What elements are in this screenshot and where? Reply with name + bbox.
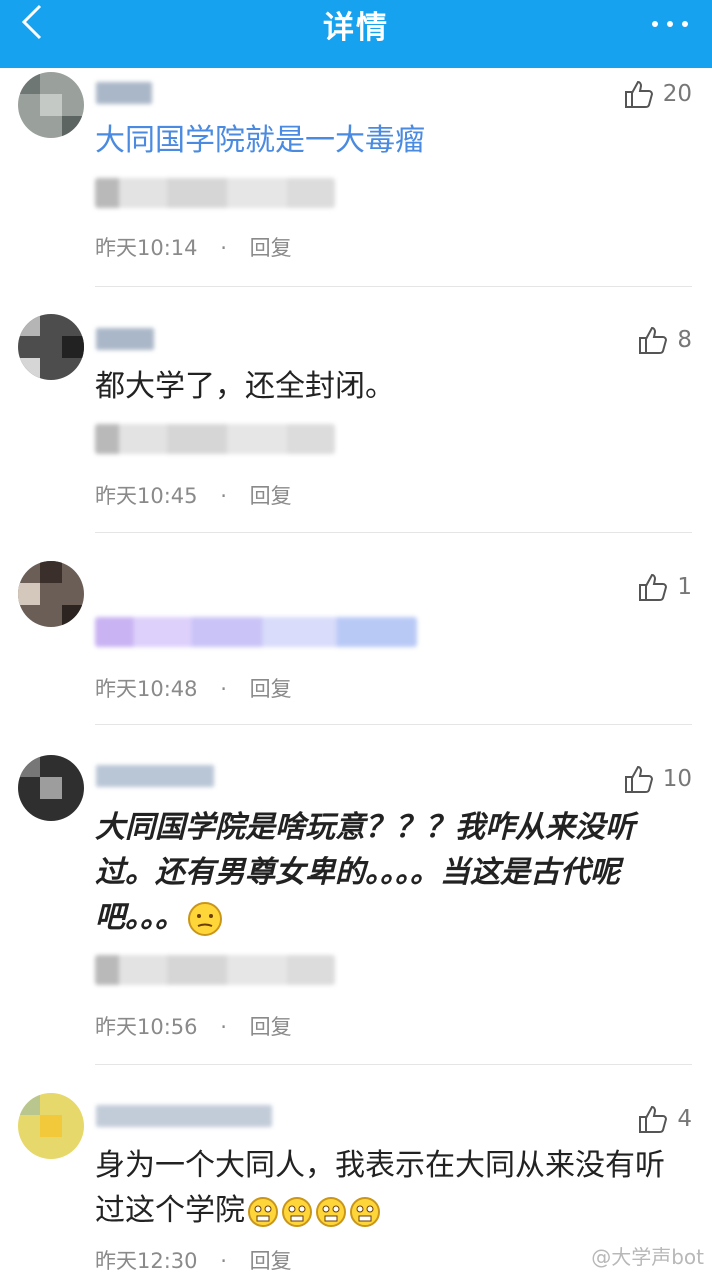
comment-meta: 昨天10:14 · 回复: [95, 232, 292, 262]
reply-button[interactable]: 回复: [250, 677, 292, 701]
like-button[interactable]: 10: [623, 763, 692, 795]
like-count: 20: [662, 81, 692, 107]
like-count: 10: [662, 766, 692, 792]
avatar[interactable]: [18, 561, 84, 627]
comment-item: 1 昨天10:48 · 回复: [0, 533, 712, 725]
thumbs-up-icon: [624, 80, 653, 108]
comment-extra: [95, 955, 335, 985]
username[interactable]: [96, 82, 152, 104]
comment-item: 8 都大学了，还全封闭。 昨天10:45 · 回复: [0, 288, 712, 533]
comment-time: 昨天10:14: [95, 236, 198, 260]
more-icon[interactable]: [643, 12, 688, 31]
like-count: 8: [677, 327, 692, 353]
reply-button[interactable]: 回复: [250, 236, 292, 260]
watermark: @大学声bot: [591, 1245, 704, 1269]
comment-text: 都大学了，还全封闭。: [95, 369, 395, 404]
separator-dot: ·: [220, 484, 227, 508]
avatar[interactable]: [18, 314, 84, 380]
comment-meta: 昨天10:56 · 回复: [95, 1011, 292, 1041]
comment-text: 大同国学院是啥玩意？？？我咋从来没听过。还有男尊女卑的。。。。当这是古代呢吧。。…: [95, 805, 675, 940]
page-title: 详情: [323, 10, 389, 46]
top-bar: 详情: [0, 0, 712, 68]
thumbs-up-icon: [624, 765, 653, 793]
like-button[interactable]: 20: [623, 78, 692, 110]
comment-extra: [95, 424, 335, 454]
avatar[interactable]: [18, 755, 84, 821]
separator-dot: ·: [220, 1015, 227, 1039]
like-button[interactable]: 1: [637, 571, 692, 603]
comment-time: 昨天12:30: [95, 1249, 198, 1273]
comment-item: 10 大同国学院是啥玩意？？？我咋从来没听过。还有男尊女卑的。。。。当这是古代呢…: [0, 725, 712, 1065]
username[interactable]: [96, 328, 154, 350]
thumbs-up-icon: [639, 1105, 668, 1133]
username[interactable]: [96, 1105, 272, 1127]
like-button[interactable]: 4: [637, 1103, 692, 1135]
thinking-emoji-icon: [188, 901, 222, 936]
reply-button[interactable]: 回复: [250, 1249, 292, 1273]
reply-button[interactable]: 回复: [250, 1015, 292, 1039]
separator-dot: ·: [220, 236, 227, 260]
username[interactable]: [96, 765, 214, 787]
shocked-emoji-icon: [248, 1196, 278, 1227]
comment-meta: 昨天10:48 · 回复: [95, 673, 292, 703]
thumbs-up-icon: [639, 326, 668, 354]
avatar[interactable]: [18, 1093, 84, 1159]
comment-text-blurred: [95, 617, 417, 647]
comment-text: 身为一个大同人，我表示在大同从来没有听过这个学院: [95, 1143, 675, 1233]
divider: [95, 286, 692, 287]
like-count: 1: [677, 574, 692, 600]
shocked-emoji-icon: [350, 1196, 380, 1227]
shocked-emoji-icon: [316, 1196, 346, 1227]
comment-text: 大同国学院就是一大毒瘤: [95, 123, 425, 158]
comment-time: 昨天10:45: [95, 484, 198, 508]
comment-time: 昨天10:48: [95, 677, 198, 701]
reply-button[interactable]: 回复: [250, 484, 292, 508]
comment-meta: 昨天10:45 · 回复: [95, 480, 292, 510]
separator-dot: ·: [220, 677, 227, 701]
like-count: 4: [677, 1106, 692, 1132]
thumbs-up-icon: [639, 573, 668, 601]
comment-text-content: 大同国学院是啥玩意？？？我咋从来没听过。还有男尊女卑的。。。。当这是古代呢吧。。…: [95, 810, 635, 935]
comment-extra: [95, 178, 335, 208]
avatar[interactable]: [18, 72, 84, 138]
separator-dot: ·: [220, 1249, 227, 1273]
like-button[interactable]: 8: [637, 324, 692, 356]
comment-item: 20 大同国学院就是一大毒瘤 昨天10:14 · 回复: [0, 68, 712, 288]
comment-meta: 昨天12:30 · 回复: [95, 1245, 292, 1275]
shocked-emoji-icon: [282, 1196, 312, 1227]
comment-time: 昨天10:56: [95, 1015, 198, 1039]
